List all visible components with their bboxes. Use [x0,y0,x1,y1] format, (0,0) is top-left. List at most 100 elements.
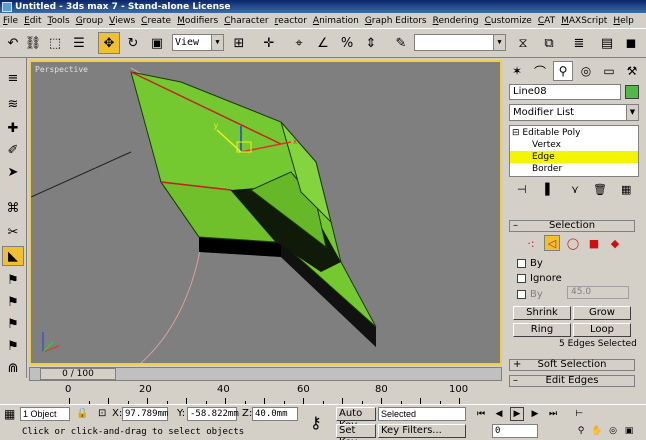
flag-scale-icon[interactable]: ⚑ [2,336,24,356]
mirror-icon[interactable]: ⧖ [512,32,534,54]
spinner-snap-icon[interactable]: ⇕ [360,32,382,54]
add-icon[interactable]: ✚ [2,118,24,138]
object-name-field[interactable]: Line08 [509,84,621,100]
stack-icon[interactable]: ≋ [2,94,24,114]
soft-selection-rollout-header[interactable]: + Soft Selection [509,359,635,371]
auto-key-button[interactable]: Auto Key [336,407,376,431]
menu-views[interactable]: Views [106,16,138,26]
key-filters-button[interactable]: Key Filters... [378,424,466,438]
modifier-list-dropdown[interactable]: Modifier List ▼ [509,104,639,121]
next-frame-icon[interactable]: ▶ [528,407,542,421]
pivot-center-icon[interactable]: ⊞ [228,32,250,54]
flag-move-icon[interactable]: ⚑ [2,292,24,312]
track-bar[interactable]: 0 20 40 60 80 100 [29,382,502,404]
time-slider[interactable]: 0 / 100 [40,368,116,380]
y-coord-field[interactable]: -58.822mm [187,407,239,421]
go-to-end-icon[interactable]: ⏭ [546,407,560,421]
select-link-icon[interactable]: ⛓ [22,32,44,54]
element-mode-icon[interactable]: ◆ [607,235,623,251]
menu-modifiers[interactable]: Modifiers [174,16,221,26]
hierarchy-icon[interactable]: ⌘ [2,198,24,218]
menu-group[interactable]: Group [73,16,106,26]
angle-spinner[interactable]: 45.0 [567,286,629,299]
loop-button[interactable]: Loop [573,323,631,337]
menu-help[interactable]: Help [610,16,637,26]
menu-maxscript[interactable]: MAXScript [558,16,610,26]
pointer-icon[interactable]: ➤ [2,162,24,182]
menu-character[interactable]: Character [221,16,271,26]
stack-item-editable-poly[interactable]: ⊟ Editable Poly [510,127,638,139]
configure-sets-icon[interactable]: ▦ [621,183,631,196]
selection-rollout-header[interactable]: – Selection [509,220,635,232]
layers-icon[interactable]: ≡ [2,68,24,88]
maxscript-listener-icon[interactable]: ▦ [4,407,15,421]
by-angle-checkbox[interactable]: By [517,289,543,300]
grow-button[interactable]: Grow [573,306,631,320]
select-scale-icon[interactable]: ▣ [146,32,168,54]
current-frame-field[interactable]: 0 [492,424,538,438]
shrink-button[interactable]: Shrink [513,306,571,320]
menu-reactor[interactable]: reactor [272,16,310,26]
menu-tools[interactable]: Tools [45,16,73,26]
undo-icon[interactable]: ↶ [2,32,24,54]
snap-toggle-icon[interactable]: ⌖ [288,32,310,54]
orbit-icon[interactable]: ◎ [606,424,620,438]
border-mode-icon[interactable]: ◯ [565,235,581,251]
stack-item-border[interactable]: Border [510,163,638,175]
perspective-viewport[interactable]: x y Perspective [29,60,502,365]
by-vertex-checkbox[interactable]: By [517,258,543,269]
menu-graph-editors[interactable]: Graph Editors [362,16,430,26]
viewport-label[interactable]: Perspective [35,65,88,74]
menu-cat[interactable]: CAT [535,16,558,26]
layer-manager-icon[interactable]: ≣ [568,32,590,54]
edge-mode-icon[interactable]: ◁ [544,235,560,251]
utilities-tab-icon[interactable]: ⚒ [622,61,642,81]
menu-customize[interactable]: Customize [482,16,535,26]
named-selection-dropdown[interactable]: ▼ [414,34,506,51]
flag-icon[interactable]: ⚑ [2,270,24,290]
menu-animation[interactable]: Animation [310,16,362,26]
select-move-icon[interactable]: ✥ [98,32,120,54]
selection-tool-icon[interactable]: ◣ [2,246,24,266]
make-unique-icon[interactable]: ⋎ [571,183,579,196]
polygon-mode-icon[interactable]: ■ [586,235,602,251]
select-rotate-icon[interactable]: ↻ [122,32,144,54]
stack-item-edge[interactable]: Edge [510,151,638,163]
object-color-swatch[interactable] [625,85,639,99]
motion-tab-icon[interactable]: ◎ [576,61,596,81]
manipulate-icon[interactable]: ✛ [258,32,280,54]
material-editor-icon[interactable]: ◼ [620,32,642,54]
zoom-icon[interactable]: ⚲ [574,424,588,438]
percent-snap-icon[interactable]: % [336,32,358,54]
key-mode-toggle-icon[interactable]: ⊢ [572,407,586,421]
maximize-viewport-icon[interactable]: ▣ [622,424,636,438]
go-to-start-icon[interactable]: ⏮ [474,407,488,421]
play-icon[interactable]: ▶ [510,407,524,421]
pan-icon[interactable]: ✋ [590,424,604,438]
z-coord-field[interactable]: 40.0mm [252,407,298,421]
magnet-icon[interactable]: ⋒ [2,358,24,378]
x-coord-field[interactable]: 97.789mm [122,407,168,421]
hierarchy-tab-icon[interactable]: ⚲ [553,61,573,81]
reference-coordinate-dropdown[interactable]: View ▼ [172,34,224,51]
key-mode-dropdown[interactable]: Selected [378,407,466,421]
ring-button[interactable]: Ring [513,323,571,337]
previous-frame-icon[interactable]: ◀ [492,407,506,421]
paint-icon[interactable]: ✐ [2,140,24,160]
collapse-icon[interactable]: ⊟ [510,128,520,138]
edit-named-sel-icon[interactable]: ✎ [390,32,412,54]
edit-edges-rollout-header[interactable]: – Edit Edges [509,375,635,387]
select-by-name-icon[interactable]: ☰ [68,32,90,54]
set-key-button[interactable]: Set Key [336,424,376,440]
lock-icon[interactable]: 🔒 [76,408,88,419]
menu-rendering[interactable]: Rendering [430,16,482,26]
vertex-mode-icon[interactable]: ·: [523,235,539,251]
menu-file[interactable]: File [0,16,21,26]
create-tab-icon[interactable]: ✶ [507,61,527,81]
time-slider-track[interactable]: 0 / 100 [29,367,502,381]
key-icon[interactable]: ⚷ [310,413,322,432]
absolute-mode-icon[interactable]: ⊡ [98,408,106,419]
display-tab-icon[interactable]: ▭ [599,61,619,81]
bone-icon[interactable]: ✂ [2,222,24,242]
align-icon[interactable]: ⧉ [538,32,560,54]
